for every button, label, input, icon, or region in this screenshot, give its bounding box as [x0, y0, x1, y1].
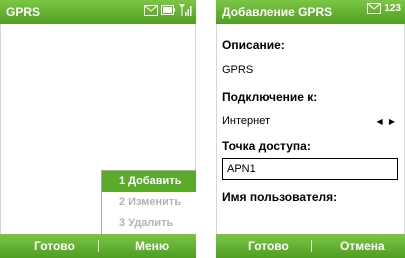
softkey-bar: Готово Меню	[0, 234, 196, 258]
username-label: Имя пользователя:	[222, 190, 338, 204]
message-icon	[367, 3, 382, 14]
add-gprs-screen: Добавление GPRS 123 Описание: GPRS Подкл…	[216, 0, 405, 258]
status-icons	[144, 3, 192, 17]
battery-icon	[161, 5, 175, 15]
menu-item-edit[interactable]: 2 Изменить	[102, 192, 196, 213]
softkey-menu[interactable]: Меню	[135, 239, 169, 253]
access-point-label: Точка доступа:	[222, 139, 311, 153]
status-icons: 123	[367, 3, 401, 14]
input-mode-indicator: 123	[384, 3, 401, 14]
screen-title: Добавление GPRS	[222, 5, 333, 19]
left-right-arrows-icon[interactable]: ◀ ▶	[376, 117, 397, 126]
menu-item-delete[interactable]: 3 Удалить	[102, 213, 196, 234]
softkey-divider	[98, 240, 99, 252]
connect-value[interactable]: Интернет	[222, 115, 270, 127]
softkey-bar: Готово Отмена	[216, 234, 405, 258]
softkey-divider	[310, 240, 312, 252]
softkey-cancel[interactable]: Отмена	[340, 239, 385, 253]
softkey-done[interactable]: Готово	[34, 239, 75, 253]
gprs-screen: GPRS 1 Добавить 2 Изменить 3 Удалить Гот…	[0, 0, 196, 258]
softkey-done[interactable]: Готово	[248, 239, 289, 253]
access-point-input[interactable]: APN1	[222, 158, 398, 180]
access-point-value: APN1	[227, 163, 256, 175]
screen-title: GPRS	[6, 5, 41, 19]
menu-item-add[interactable]: 1 Добавить	[102, 171, 196, 192]
signal-icon	[179, 4, 192, 16]
options-menu: 1 Добавить 2 Изменить 3 Удалить	[101, 170, 196, 234]
title-bar: Добавление GPRS 123	[216, 0, 405, 24]
title-bar: GPRS	[0, 0, 196, 24]
connect-label: Подключение к:	[222, 90, 318, 104]
description-value[interactable]: GPRS	[222, 64, 253, 76]
description-label: Описание:	[222, 38, 285, 52]
message-icon	[144, 4, 158, 16]
